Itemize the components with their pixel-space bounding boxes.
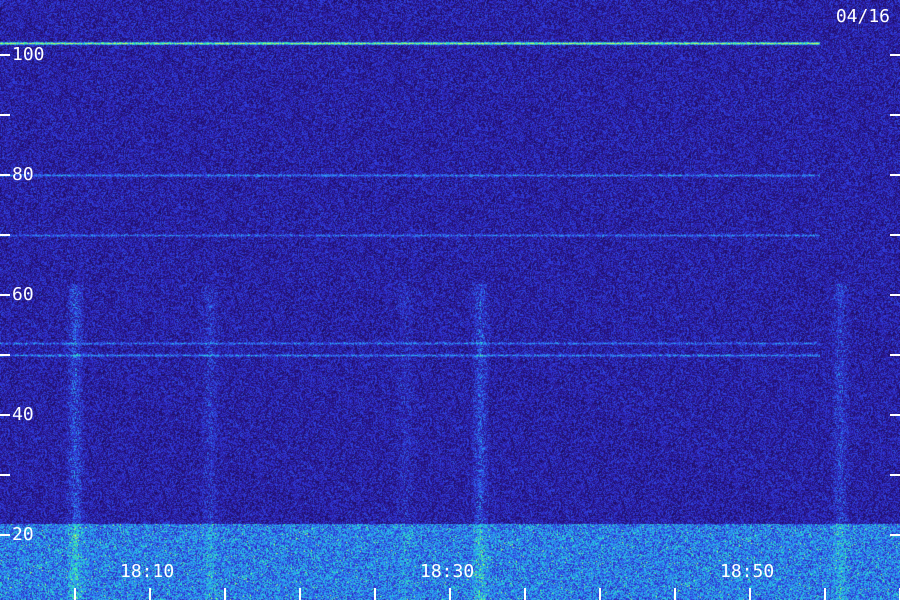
y-tick-label: 40	[12, 404, 34, 425]
date-label: 04/16	[835, 6, 890, 27]
spectrogram-chart: 04/16 20 40 60 80 100 18:10 18:30 18:50	[0, 0, 900, 600]
x-tick-label: 18:10	[120, 561, 175, 582]
y-tick-label: 60	[12, 284, 34, 305]
y-tick-label: 80	[12, 164, 34, 185]
y-tick-label: 100	[12, 44, 45, 65]
axis-overlay	[0, 54, 900, 600]
x-tick-label: 18:30	[420, 561, 475, 582]
y-tick-label: 20	[12, 524, 34, 545]
x-tick-label: 18:50	[720, 561, 775, 582]
